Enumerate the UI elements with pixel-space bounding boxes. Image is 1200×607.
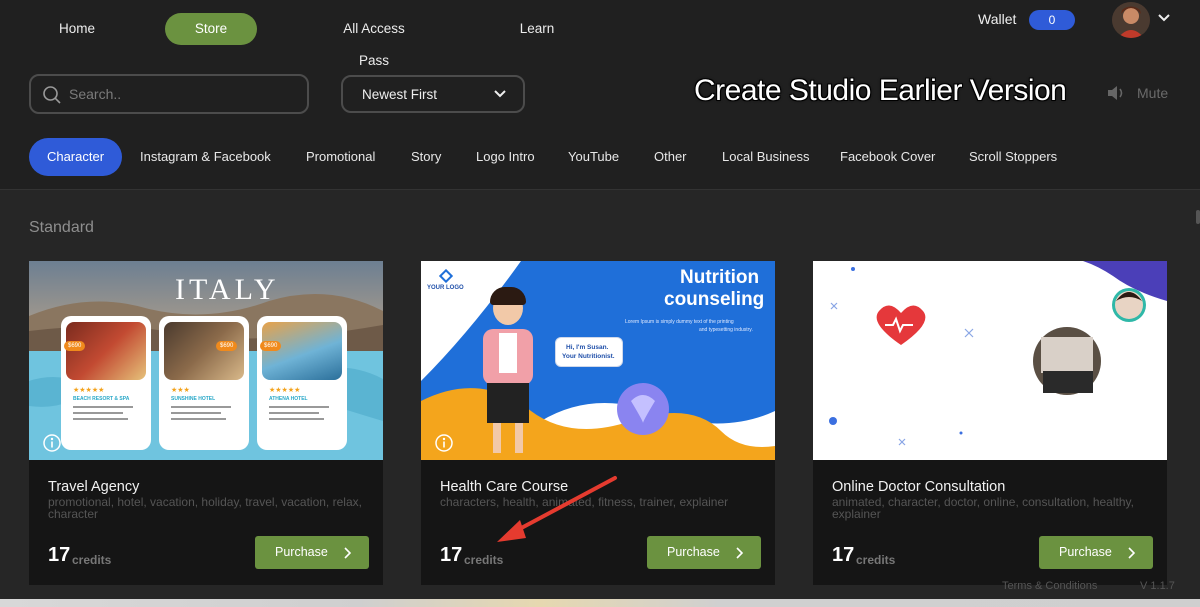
card-tags: promotional, hotel, vacation, holiday, t… — [48, 495, 362, 521]
chevron-right-icon — [344, 547, 351, 559]
tab-youtube[interactable]: YouTube — [568, 138, 619, 176]
template-thumbnail[interactable] — [813, 261, 1167, 460]
tab-scroll-stoppers[interactable]: Scroll Stoppers — [969, 138, 1057, 176]
top-nav: Home Store All Access Pass Learn Wallet … — [0, 0, 1200, 68]
tab-story[interactable]: Story — [411, 138, 441, 176]
card-tags: animated, character, doctor, online, con… — [832, 495, 1134, 521]
price-tag: $690 — [260, 341, 282, 351]
info-icon[interactable] — [42, 433, 62, 453]
hotel-name: ATHENA HOTEL — [269, 396, 308, 402]
logo-icon — [439, 269, 453, 283]
purchase-label: Purchase — [1059, 545, 1112, 559]
thumb-body: Lorem Ipsum is simply dummy text of the … — [625, 319, 734, 325]
search-input[interactable] — [69, 82, 299, 106]
price-tag: $690 — [216, 341, 238, 351]
overlay-caption: Create Studio Earlier Version — [694, 74, 1067, 107]
speaker-icon[interactable] — [1106, 84, 1128, 102]
purchase-button[interactable]: Purchase — [647, 536, 761, 569]
hotel-panel: $690 ★★★★★ BEACH RESORT & SPA — [61, 316, 151, 450]
tab-logo-intro[interactable]: Logo Intro — [476, 138, 535, 176]
version-label: V 1.1.7 — [1140, 580, 1175, 592]
speech-bubble: Hi, I'm Susan. Your Nutritionist. — [555, 337, 623, 367]
wallet-balance-badge[interactable]: 0 — [1029, 10, 1075, 30]
credits-label: credits — [464, 553, 504, 567]
info-icon[interactable] — [434, 433, 454, 453]
thumb-body: and typesetting industry. — [699, 327, 753, 333]
rating-stars: ★★★ — [171, 387, 190, 394]
credits-amount: 17 — [48, 544, 71, 566]
template-thumbnail[interactable]: YOUR LOGO Nutrition counseling Lorem Ips… — [421, 261, 775, 460]
section-title: Standard — [29, 219, 94, 236]
chevron-right-icon — [736, 547, 743, 559]
card-tags: characters, health, animated, fitness, t… — [440, 495, 729, 509]
card-title: Health Care Course — [440, 479, 569, 495]
template-thumbnail[interactable]: ITALY $690 ★★★★★ BEACH RESORT & SPA $690… — [29, 261, 383, 460]
sort-dropdown[interactable]: Newest First — [341, 75, 525, 113]
nav-home[interactable]: Home — [56, 13, 98, 45]
rating-stars: ★★★★★ — [269, 387, 301, 394]
template-card-travel-agency[interactable]: ITALY $690 ★★★★★ BEACH RESORT & SPA $690… — [29, 261, 383, 585]
tab-promotional[interactable]: Promotional — [306, 138, 375, 176]
account-chevron-down-icon[interactable] — [1157, 10, 1171, 24]
hotel-panel: $690 ★★★ SUNSHINE HOTEL — [159, 316, 249, 450]
nav-store[interactable]: Store — [165, 13, 257, 45]
tab-character[interactable]: Character — [29, 138, 122, 176]
tab-other[interactable]: Other — [654, 138, 687, 176]
card-title: Online Doctor Consultation — [832, 479, 1006, 495]
credits-label: credits — [72, 553, 112, 567]
search-box[interactable] — [29, 74, 309, 114]
tab-facebook-cover[interactable]: Facebook Cover — [840, 138, 935, 176]
mute-toggle-label[interactable]: Mute — [1137, 85, 1168, 101]
user-avatar[interactable] — [1112, 2, 1150, 38]
chevron-right-icon — [1128, 547, 1135, 559]
credits-amount: 17 — [832, 544, 855, 566]
chevron-down-icon — [494, 90, 506, 98]
purchase-label: Purchase — [275, 545, 328, 559]
search-icon — [43, 86, 61, 104]
sort-selected-value: Newest First — [362, 87, 438, 102]
bubble-line: Your Nutritionist. — [562, 353, 615, 360]
nav-all-access-pass[interactable]: All Access Pass — [327, 13, 421, 68]
nav-learn[interactable]: Learn — [519, 13, 555, 45]
template-card-health-care-course[interactable]: YOUR LOGO Nutrition counseling Lorem Ips… — [421, 261, 775, 585]
browser-bottom-strip — [0, 599, 1200, 607]
card-title: Travel Agency — [48, 479, 140, 495]
hotel-name: BEACH RESORT & SPA — [73, 396, 130, 402]
bubble-line: Hi, I'm Susan. — [566, 344, 609, 351]
template-card-online-doctor-consultation[interactable]: Online Doctor Consultation animated, cha… — [813, 261, 1167, 585]
wallet-label: Wallet — [978, 11, 1017, 27]
tab-local-business[interactable]: Local Business — [722, 138, 809, 176]
rating-stars: ★★★★★ — [73, 387, 105, 394]
credits-label: credits — [856, 553, 896, 567]
thumb-headline: ITALY — [175, 273, 280, 306]
tab-instagram-facebook[interactable]: Instagram & Facebook — [140, 138, 271, 176]
thumb-headline: counseling — [664, 289, 765, 310]
thumb-logo-text: YOUR LOGO — [427, 285, 464, 291]
hotel-name: SUNSHINE HOTEL — [171, 396, 216, 402]
hotel-panel: $690 ★★★★★ ATHENA HOTEL — [257, 316, 347, 450]
scrollbar-thumb[interactable] — [1196, 210, 1200, 224]
price-tag: $690 — [64, 341, 86, 351]
purchase-label: Purchase — [667, 545, 720, 559]
purchase-button[interactable]: Purchase — [255, 536, 369, 569]
thumb-headline: Nutrition — [680, 267, 760, 288]
credits-amount: 17 — [440, 544, 463, 566]
terms-link[interactable]: Terms & Conditions — [1002, 580, 1097, 592]
character-illustration — [473, 287, 543, 456]
purchase-button[interactable]: Purchase — [1039, 536, 1153, 569]
